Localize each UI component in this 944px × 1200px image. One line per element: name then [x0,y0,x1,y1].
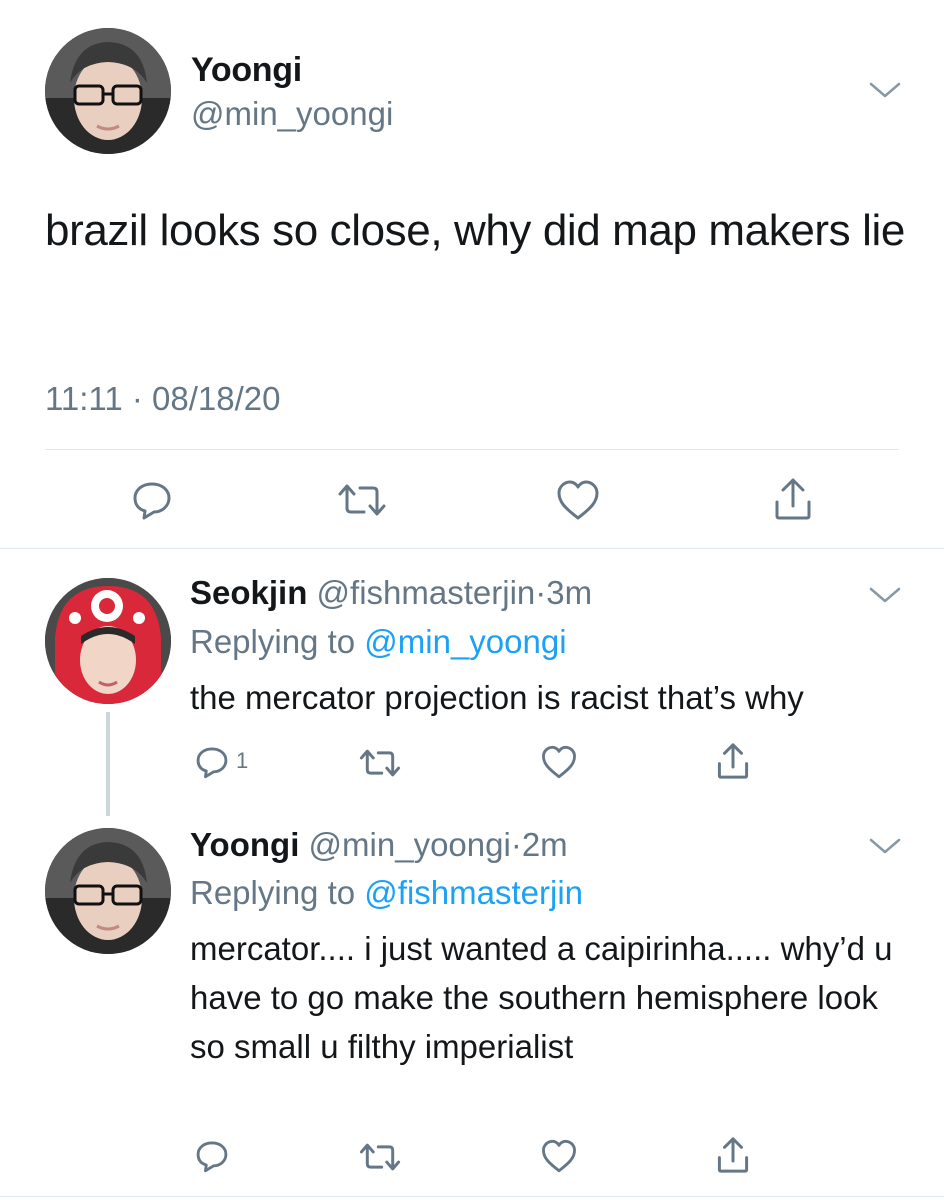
divider [0,548,944,549]
replying-prefix: Replying to [190,874,356,911]
reply-text: mercator.... i just wanted a caipirinha.… [190,930,893,1065]
reply-icon[interactable] [194,1138,230,1174]
reply-count: 1 [236,748,249,773]
main-handle[interactable]: @min_yoongi [191,95,393,133]
reply-header: Yoongi @min_yoongi·2m [190,826,568,864]
like-icon[interactable] [540,1138,578,1174]
retweet-icon[interactable] [358,746,402,780]
avatar-seokjin-image [45,578,171,704]
chevron-down-icon[interactable] [868,836,902,856]
reply-header: Seokjin @fishmasterjin·3m [190,574,592,612]
reply-display-name[interactable]: Yoongi [190,826,299,863]
main-avatar[interactable] [45,28,171,154]
like-icon[interactable] [555,478,601,522]
avatar-yoongi-image [45,828,171,954]
reply-icon[interactable] [194,744,230,780]
share-icon[interactable] [716,1135,750,1175]
reply-icon[interactable] [130,478,174,522]
share-icon[interactable] [773,476,813,522]
main-display-name[interactable]: Yoongi [191,51,302,90]
retweet-icon[interactable] [358,1140,402,1174]
reply-time[interactable]: 3m [546,574,592,611]
reply-handle[interactable]: @min_yoongi [309,826,511,863]
chevron-down-icon[interactable] [868,80,902,100]
chevron-down-icon[interactable] [868,585,902,605]
main-timestamp[interactable]: 11:11 · 08/18/20 [45,380,280,418]
replying-to-link[interactable]: @min_yoongi [364,623,566,660]
like-icon[interactable] [540,744,578,780]
reply-text: the mercator projection is racist that’s… [190,679,804,716]
divider [0,1196,944,1197]
thread-line [106,712,110,816]
separator-dot: · [535,574,547,611]
reply-avatar[interactable] [45,828,171,954]
replying-to-link[interactable]: @fishmasterjin [364,874,583,911]
avatar-yoongi-image [45,28,171,154]
replying-to: Replying to @min_yoongi [190,623,567,661]
reply-avatar[interactable] [45,578,171,704]
replying-to: Replying to @fishmasterjin [190,874,583,912]
main-tweet-text: brazil looks so close, why did map maker… [45,206,905,255]
reply-time[interactable]: 2m [522,826,568,863]
share-icon[interactable] [716,741,750,781]
separator-dot: · [510,826,522,863]
retweet-icon[interactable] [336,480,388,520]
divider [45,449,899,450]
replying-prefix: Replying to [190,623,356,660]
reply-display-name[interactable]: Seokjin [190,574,307,611]
reply-handle[interactable]: @fishmasterjin [317,574,536,611]
